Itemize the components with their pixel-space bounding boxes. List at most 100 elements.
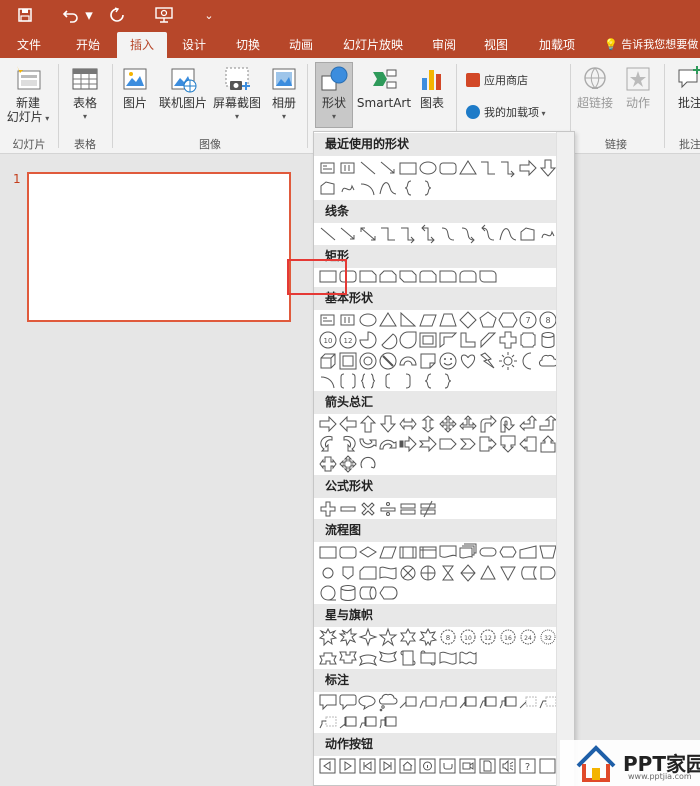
table-button[interactable]: 表格 ▾ <box>64 64 106 124</box>
lightning-bolt-shape-icon[interactable] <box>478 351 498 371</box>
chord-shape-icon[interactable] <box>378 330 398 350</box>
flowchart-document-shape-icon[interactable] <box>438 542 458 562</box>
flowchart-decision-shape-icon[interactable] <box>358 542 378 562</box>
line-callout-1-shape-icon[interactable] <box>398 692 418 712</box>
double-brace-shape-icon[interactable] <box>358 371 378 391</box>
flowchart-terminator-shape-icon[interactable] <box>478 542 498 562</box>
left-arrow-shape-icon[interactable] <box>338 414 358 434</box>
line-callout-1-accent-bar-shape-icon[interactable] <box>458 692 478 712</box>
round-same-side-rectangle-shape-icon[interactable] <box>458 266 478 286</box>
block-arc-shape-icon[interactable] <box>398 351 418 371</box>
down-ribbon-shape-icon[interactable] <box>338 648 358 668</box>
right-bracket-shape-icon[interactable] <box>398 371 418 391</box>
line-callout-3-accent-bar-shape-icon[interactable] <box>498 692 518 712</box>
redo-icon[interactable] <box>106 4 128 26</box>
diagonal-stripe-shape-icon[interactable] <box>478 330 498 350</box>
curved-left-arrow-shape-icon[interactable] <box>338 434 358 454</box>
double-arrow-line-shape-icon[interactable] <box>358 224 378 244</box>
tab-review[interactable]: 审阅 <box>422 32 466 58</box>
left-up-arrow-shape-icon[interactable] <box>518 414 538 434</box>
action-button-beginning-icon[interactable] <box>358 756 378 776</box>
horizontal-scroll-shape-icon[interactable] <box>418 648 438 668</box>
flowchart-summing-junction-shape-icon[interactable] <box>398 563 418 583</box>
wave-shape-icon[interactable] <box>438 648 458 668</box>
screenshot-button[interactable]: 屏幕截图 ▾ <box>210 64 264 124</box>
heptagon-shape-icon[interactable]: 7 <box>518 310 538 330</box>
striped-right-arrow-shape-icon[interactable] <box>398 434 418 454</box>
snip-single-corner-rectangle-shape-icon[interactable] <box>358 266 378 286</box>
snip-same-side-rectangle-shape-icon[interactable] <box>378 266 398 286</box>
undo-dropdown-icon[interactable]: ▾ <box>84 4 94 26</box>
flowchart-alternate-process-shape-icon[interactable] <box>338 542 358 562</box>
smiley-face-shape-icon[interactable] <box>438 351 458 371</box>
right-brace-shape-icon[interactable] <box>418 178 438 198</box>
heart-shape-icon[interactable] <box>458 351 478 371</box>
double-wave-shape-icon[interactable] <box>458 648 478 668</box>
shapes-button[interactable]: 形状 ▾ <box>315 64 353 124</box>
tab-home[interactable]: 开始 <box>66 32 110 58</box>
right-brace-shape-icon[interactable] <box>438 371 458 391</box>
flowchart-manual-operation-shape-icon[interactable] <box>538 542 558 562</box>
hyperlink-button[interactable]: 超链接 <box>574 64 616 110</box>
not-equal-sign-shape-icon[interactable] <box>418 499 438 519</box>
star-16-point-shape-icon[interactable]: 16 <box>498 627 518 647</box>
down-arrow-shape-icon[interactable] <box>538 158 558 178</box>
u-turn-arrow-shape-icon[interactable] <box>498 414 518 434</box>
flowchart-connector-shape-icon[interactable] <box>318 563 338 583</box>
diamond-shape-icon[interactable] <box>458 310 478 330</box>
half-frame-shape-icon[interactable] <box>438 330 458 350</box>
left-right-up-arrow-shape-icon[interactable] <box>458 414 478 434</box>
plaque-shape-icon[interactable] <box>518 330 538 350</box>
explosion-2-shape-icon[interactable] <box>338 627 358 647</box>
curved-connector-shape-icon[interactable] <box>438 224 458 244</box>
flowchart-predefined-process-shape-icon[interactable] <box>398 542 418 562</box>
cloud-callout-shape-icon[interactable] <box>378 692 398 712</box>
teardrop-shape-icon[interactable] <box>398 330 418 350</box>
flowchart-sort-shape-icon[interactable] <box>458 563 478 583</box>
chevron-arrow-shape-icon[interactable] <box>458 434 478 454</box>
double-bracket-shape-icon[interactable] <box>338 371 358 391</box>
right-arrow-callout-shape-icon[interactable] <box>478 434 498 454</box>
action-button-return-icon[interactable] <box>438 756 458 776</box>
text-box-shape-icon[interactable] <box>318 310 338 330</box>
divide-sign-shape-icon[interactable] <box>378 499 398 519</box>
line-shape-icon[interactable] <box>358 158 378 178</box>
flowchart-punched-tape-shape-icon[interactable] <box>378 563 398 583</box>
frame-shape-icon[interactable] <box>418 330 438 350</box>
folded-corner-shape-icon[interactable] <box>418 351 438 371</box>
customize-qat-icon[interactable]: ⌄ <box>202 4 216 26</box>
action-button[interactable]: 动作 <box>620 64 656 110</box>
rectangular-callout-shape-icon[interactable] <box>318 692 338 712</box>
flowchart-magnetic-disk-shape-icon[interactable] <box>338 583 358 603</box>
cube-shape-icon[interactable] <box>318 351 338 371</box>
line-callout-2-accent-bar-shape-icon[interactable] <box>478 692 498 712</box>
rounded-rectangle-shape-icon[interactable] <box>438 158 458 178</box>
tab-slideshow[interactable]: 幻灯片放映 <box>333 32 413 58</box>
right-arrow-shape-icon[interactable] <box>518 158 538 178</box>
pentagon-shape-icon[interactable] <box>478 310 498 330</box>
multiply-sign-shape-icon[interactable] <box>358 499 378 519</box>
line-callout-1-no-border-shape-icon[interactable] <box>518 692 538 712</box>
plus-sign-shape-icon[interactable] <box>318 499 338 519</box>
right-triangle-shape-icon[interactable] <box>398 310 418 330</box>
star-8-point-shape-icon[interactable]: 8 <box>438 627 458 647</box>
freeform-shape-icon[interactable] <box>318 178 338 198</box>
gallery-scrollbar[interactable] <box>556 132 574 786</box>
flowchart-card-shape-icon[interactable] <box>358 563 378 583</box>
sun-shape-icon[interactable] <box>498 351 518 371</box>
up-down-arrow-shape-icon[interactable] <box>418 414 438 434</box>
flowchart-internal-storage-shape-icon[interactable] <box>418 542 438 562</box>
line-callout-3-border-accent-bar-shape-icon[interactable] <box>378 712 398 732</box>
tab-view[interactable]: 视图 <box>474 32 518 58</box>
star-10-point-shape-icon[interactable]: 10 <box>458 627 478 647</box>
elbow-arrow-connector-shape-icon[interactable] <box>398 224 418 244</box>
quad-arrow-callout-shape-icon[interactable] <box>338 454 358 474</box>
down-arrow-callout-shape-icon[interactable] <box>498 434 518 454</box>
donut-shape-icon[interactable] <box>358 351 378 371</box>
up-arrow-callout-shape-icon[interactable] <box>538 434 558 454</box>
flowchart-direct-access-storage-shape-icon[interactable] <box>358 583 378 603</box>
flowchart-stored-data-shape-icon[interactable] <box>518 563 538 583</box>
pie-shape-icon[interactable] <box>358 330 378 350</box>
action-button-custom-icon[interactable] <box>538 756 558 776</box>
undo-icon[interactable] <box>60 4 82 26</box>
